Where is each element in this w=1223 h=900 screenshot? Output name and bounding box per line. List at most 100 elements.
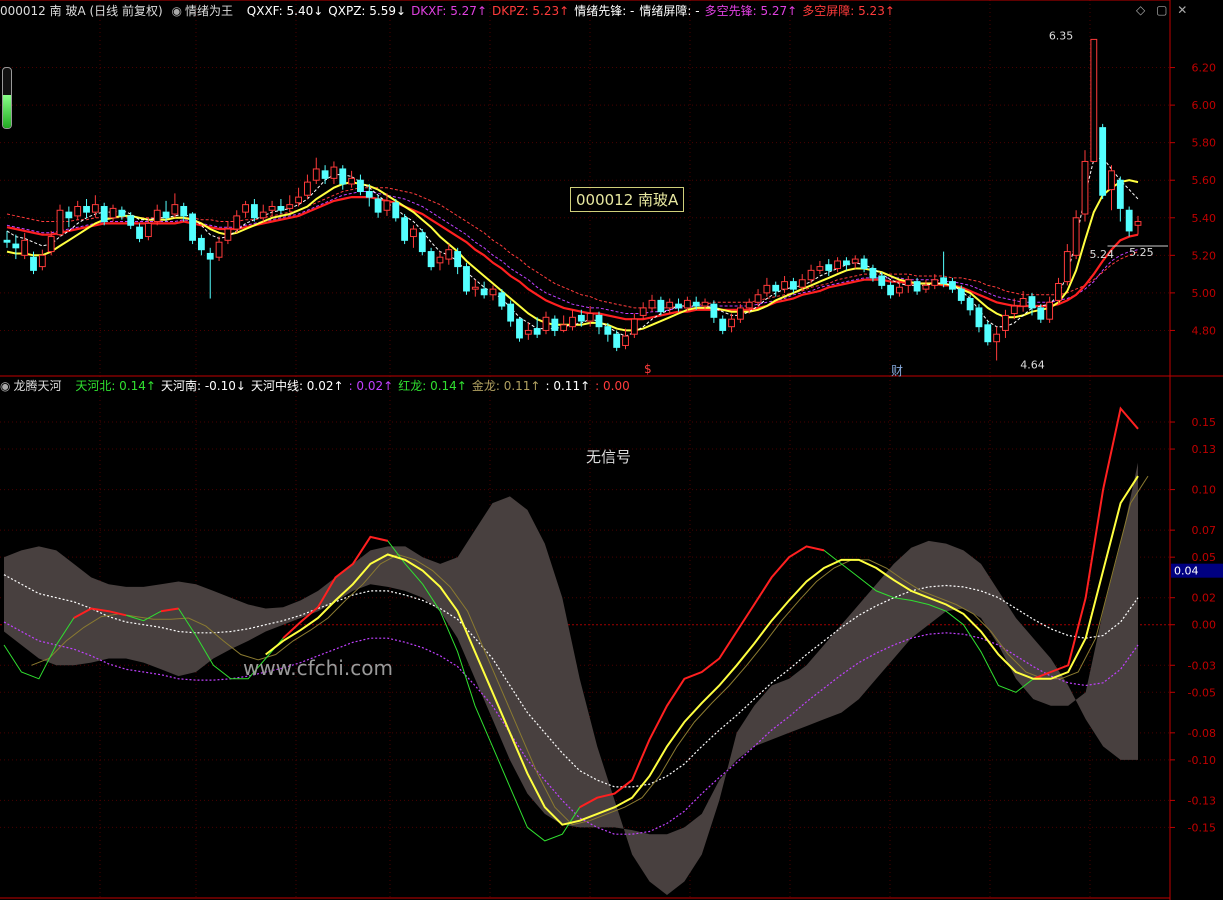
thermometer-fill <box>3 95 11 128</box>
candle-body <box>136 226 143 239</box>
candle-body <box>851 258 859 264</box>
candle-body <box>613 333 621 348</box>
candle-body <box>259 211 267 219</box>
candle-body <box>38 254 46 268</box>
indicator-label: 情绪为王 <box>184 4 233 18</box>
candle-body <box>65 211 73 219</box>
y-tick-label: -0.08 <box>1188 727 1216 740</box>
candle-body <box>789 281 797 290</box>
candle-body <box>418 232 426 253</box>
candle-body <box>719 318 727 331</box>
candle-body <box>1125 209 1133 232</box>
circle-icon: ◉ <box>0 379 11 393</box>
y-tick-label: 6.00 <box>1192 99 1217 112</box>
candle-body <box>577 314 585 322</box>
bottom-value-2: 天河中线: 0.02↑ <box>250 379 344 393</box>
candle-body <box>277 206 285 211</box>
candle-body <box>524 329 532 335</box>
dollar-marker[interactable]: $ <box>644 362 652 376</box>
candle-body <box>931 279 939 286</box>
candle-body <box>286 204 294 209</box>
candle-body <box>197 237 205 251</box>
candle-body <box>869 267 877 279</box>
candle-body <box>330 166 338 179</box>
candle-body <box>657 299 665 313</box>
y-tick-label: 0.13 <box>1192 443 1217 456</box>
candle-body <box>463 266 470 292</box>
candle-body <box>1108 170 1115 191</box>
candle-body <box>127 215 135 226</box>
candle-body <box>533 328 541 335</box>
close-icon[interactable]: ✕ <box>1177 3 1187 17</box>
candle-body <box>339 168 347 185</box>
candle-body <box>957 288 965 301</box>
top-header: 000012 南 玻A (日线 前复权) ◉ 情绪为王 QXXF: 5.40↓ QX… <box>0 4 905 18</box>
price-annotation: 5.25 <box>1129 246 1154 259</box>
bottom-value-6: : 0.11↑ <box>545 379 591 393</box>
bottom-value-0: 天河北: 0.14↑ <box>75 379 156 393</box>
candle-body <box>993 333 1001 343</box>
y-tick-label: 0.10 <box>1192 484 1217 497</box>
lower-indicator-values: 天河北: 0.14↑ 天河南: -0.10↓ 天河中线: 0.02↑: 0.02↑ 红… <box>75 379 634 393</box>
candle-body <box>30 256 37 271</box>
y-tick-label: 5.40 <box>1192 212 1217 225</box>
red-dragon-line <box>579 545 825 809</box>
indicator-name[interactable]: ◉ 情绪为王 <box>171 4 238 18</box>
candle-body <box>295 196 303 204</box>
candle-body <box>374 198 382 213</box>
candle-body <box>913 281 921 292</box>
y-tick-label: -0.03 <box>1188 659 1216 672</box>
candle-body <box>692 301 700 307</box>
candle-body <box>1090 38 1098 162</box>
lower-indicator-name[interactable]: ◉ 龙腾天河 <box>0 379 67 393</box>
value-badge-text: 0.04 <box>1174 565 1199 578</box>
volume-thermometer <box>2 67 12 129</box>
diamond-icon[interactable]: ◇ <box>1136 3 1145 17</box>
stock-label-box: 000012 南玻A <box>570 187 685 212</box>
candle-body <box>109 207 117 219</box>
bottom-header: ◉ 龙腾天河 天河北: 0.14↑ 天河南: -0.10↓ 天河中线: 0.02↑ : … <box>0 379 640 393</box>
candle-body <box>675 303 682 309</box>
candle-body <box>630 318 638 335</box>
candle-body <box>189 213 196 241</box>
candle-body <box>542 316 550 331</box>
candle-body <box>321 170 329 179</box>
circle-icon: ◉ <box>171 4 182 18</box>
bottom-value-5: 金龙: 0.11↑ <box>471 379 541 393</box>
candle-body <box>639 307 647 316</box>
top-value-1: QXPZ: 5.59↓ <box>328 4 407 18</box>
y-tick-label: 6.20 <box>1192 62 1217 75</box>
candle-body <box>860 258 868 269</box>
square-icon[interactable]: ▢ <box>1156 3 1167 17</box>
candle-body <box>745 301 753 309</box>
bottom-value-4: 红龙: 0.14↑ <box>398 379 467 393</box>
bottom-value-1: 天河南: -0.10↓ <box>160 379 246 393</box>
candle-body <box>171 204 179 215</box>
candle-body <box>1010 305 1018 315</box>
candle-body <box>834 260 841 269</box>
candle-body <box>904 279 912 286</box>
candle-body <box>427 251 435 268</box>
candle-body <box>357 179 364 192</box>
y-tick-label: 5.00 <box>1192 287 1217 300</box>
candle-body <box>91 204 99 213</box>
candle-body <box>47 236 55 253</box>
candle-body <box>728 318 735 328</box>
candle-body <box>798 279 806 288</box>
candle-body <box>180 206 188 217</box>
candle-body <box>569 316 576 328</box>
stock-title[interactable]: 000012 南 玻A (日线 前复权) <box>0 4 163 18</box>
finance-marker[interactable]: 财 <box>891 362 903 379</box>
candle-body <box>772 284 780 292</box>
candle-body <box>701 301 709 307</box>
candle-body <box>392 202 400 219</box>
candle-body <box>966 298 974 311</box>
y-tick-label: -0.15 <box>1188 821 1216 834</box>
candle-body <box>162 211 170 219</box>
candle-body <box>842 260 850 266</box>
candle-body <box>1063 251 1071 283</box>
candle-body <box>825 264 833 271</box>
candle-body <box>736 307 744 320</box>
y-tick-label: 5.20 <box>1192 249 1217 262</box>
y-tick-label: -0.13 <box>1188 794 1216 807</box>
